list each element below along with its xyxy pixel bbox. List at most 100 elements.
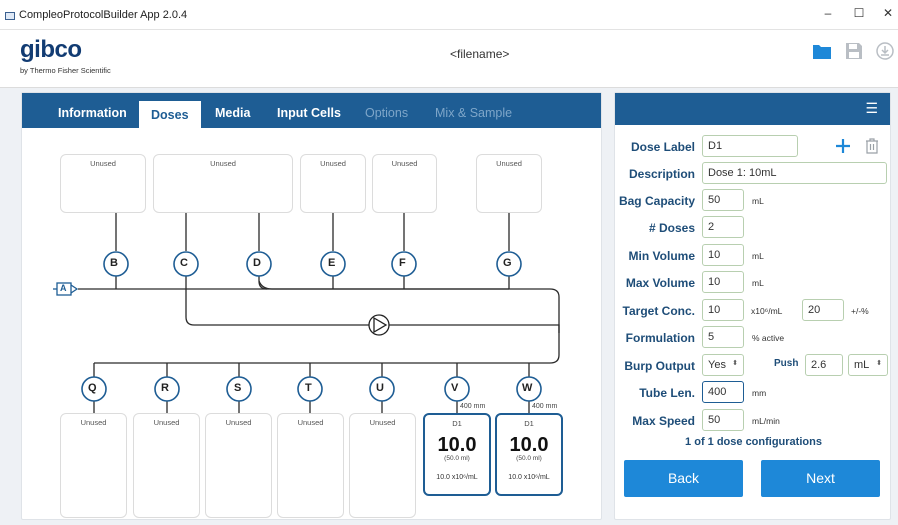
save-icon[interactable] xyxy=(845,42,863,60)
max-volume-input[interactable]: 10 xyxy=(702,271,744,293)
slot-status: Unused xyxy=(297,418,324,427)
add-dose-icon[interactable] xyxy=(834,137,852,155)
port-label[interactable]: R xyxy=(161,382,169,394)
input-a-label[interactable]: A xyxy=(60,283,67,293)
port-label[interactable]: Q xyxy=(88,382,97,394)
port-label[interactable]: B xyxy=(110,257,118,269)
dose-card-conc: 10.0 x10⁶/mL xyxy=(436,474,478,481)
dose-label-label: Dose Label xyxy=(630,140,695,154)
push-unit-value: mL xyxy=(854,359,870,371)
bag-slot-f[interactable]: Unused xyxy=(372,154,437,213)
bag-capacity-label: Bag Capacity xyxy=(618,194,695,208)
min-volume-label: Min Volume xyxy=(628,249,695,263)
burp-output-select[interactable]: Yes ⬍ xyxy=(702,354,744,376)
formulation-unit: % active xyxy=(752,333,785,343)
logo-subtitle: by Thermo Fisher Scientific xyxy=(20,66,111,75)
bag-slot-g[interactable]: Unused xyxy=(476,154,542,213)
description-input[interactable]: Dose 1: 10mL xyxy=(702,162,887,184)
port-label[interactable]: G xyxy=(503,257,512,269)
port-label[interactable]: U xyxy=(376,382,384,394)
push-label: Push xyxy=(774,358,799,369)
window-title: CompleoProtocolBuilder App 2.0.4 xyxy=(19,9,188,21)
next-button[interactable]: Next xyxy=(761,460,880,497)
port-label[interactable]: W xyxy=(522,382,532,394)
dose-card-total: (50.0 ml) xyxy=(516,455,542,462)
bag-capacity-unit: mL xyxy=(752,196,764,206)
menu-icon[interactable]: ☰ xyxy=(865,100,878,117)
port-label[interactable]: C xyxy=(180,257,188,269)
burp-output-label: Burp Output xyxy=(624,359,695,373)
port-label[interactable]: T xyxy=(305,382,312,394)
burp-output-value: Yes xyxy=(708,359,726,371)
port-label[interactable]: V xyxy=(451,382,458,394)
max-speed-label: Max Speed xyxy=(632,414,695,428)
slot-status: Unused xyxy=(320,159,346,168)
back-button[interactable]: Back xyxy=(624,460,743,497)
dose-card-v[interactable]: D1 10.0 (50.0 ml) 10.0 x10⁶/mL xyxy=(423,413,491,496)
dose-label-input[interactable]: D1 xyxy=(702,135,798,157)
target-conc-input[interactable]: 10 xyxy=(702,299,744,321)
port-label[interactable]: E xyxy=(328,257,335,269)
bag-slot-c[interactable]: Unused xyxy=(153,154,293,213)
delete-dose-icon[interactable] xyxy=(864,137,880,155)
target-conc-unit: x10⁶/mL xyxy=(751,306,783,316)
slot-status: Unused xyxy=(90,159,116,168)
num-doses-label: # Doses xyxy=(648,221,695,235)
app-icon xyxy=(5,12,15,20)
maximize-button[interactable]: ☐ xyxy=(851,6,867,20)
bag-slot-r[interactable]: Unused xyxy=(133,413,200,518)
bag-slot-u[interactable]: Unused xyxy=(349,413,416,518)
close-button[interactable]: ✕ xyxy=(880,6,896,20)
form-header: ☰ xyxy=(615,93,890,125)
dose-card-w[interactable]: D1 10.0 (50.0 ml) 10.0 x10⁶/mL xyxy=(495,413,563,496)
bag-slot-e[interactable]: Unused xyxy=(300,154,366,213)
tube-length-w: 400 mm xyxy=(532,403,558,410)
formulation-label: Formulation xyxy=(625,331,695,345)
dose-card-label: D1 xyxy=(452,419,462,428)
formulation-input[interactable]: 5 xyxy=(702,326,744,348)
max-speed-unit: mL/min xyxy=(752,416,780,426)
max-volume-unit: mL xyxy=(752,278,764,288)
bag-slot-s[interactable]: Unused xyxy=(205,413,272,518)
diagram-panel: Information Doses Media Input Cells Opti… xyxy=(21,92,602,520)
slot-status: Unused xyxy=(210,159,236,168)
tube-length-v: 400 mm xyxy=(460,403,486,410)
dose-card-total: (50.0 ml) xyxy=(444,455,470,462)
title-bar: CompleoProtocolBuilder App 2.0.4 – ☐ ✕ xyxy=(0,0,898,30)
dose-card-label: D1 xyxy=(524,419,534,428)
bag-capacity-input[interactable]: 50 xyxy=(702,189,744,211)
slot-status: Unused xyxy=(391,159,418,168)
max-volume-label: Max Volume xyxy=(625,276,695,290)
num-doses-input[interactable]: 2 xyxy=(702,216,744,238)
push-unit-select[interactable]: mL ⬍ xyxy=(848,354,888,376)
description-label: Description xyxy=(628,167,695,181)
slot-status: Unused xyxy=(369,418,396,427)
slot-status: Unused xyxy=(80,418,107,427)
filename-label: <filename> xyxy=(450,47,510,61)
minimize-button[interactable]: – xyxy=(820,6,836,20)
dose-card-conc: 10.0 x10⁶/mL xyxy=(508,474,550,481)
chevron-down-icon: ⬍ xyxy=(876,360,882,367)
dose-form-panel: ☰ Dose Label D1 Description Dose 1: 10mL… xyxy=(614,92,891,520)
tolerance-input[interactable]: 20 xyxy=(802,299,844,321)
app-header: gibco by Thermo Fisher Scientific <filen… xyxy=(0,30,898,88)
config-count: 1 of 1 dose configurations xyxy=(685,436,822,448)
bag-slot-t[interactable]: Unused xyxy=(277,413,344,518)
bag-slot-q[interactable]: Unused xyxy=(60,413,127,518)
tube-len-input[interactable]: 400 xyxy=(702,381,744,403)
tube-len-unit: mm xyxy=(752,388,767,398)
port-label[interactable]: F xyxy=(399,257,406,269)
slot-status: Unused xyxy=(225,418,252,427)
export-icon[interactable] xyxy=(876,42,894,60)
port-label[interactable]: D xyxy=(253,257,261,269)
min-volume-input[interactable]: 10 xyxy=(702,244,744,266)
bag-slot-b[interactable]: Unused xyxy=(60,154,146,213)
port-label[interactable]: S xyxy=(234,382,241,394)
push-input[interactable]: 2.6 xyxy=(805,354,843,376)
max-speed-input[interactable]: 50 xyxy=(702,409,744,431)
chevron-down-icon: ⬍ xyxy=(732,360,738,367)
dose-card-volume: 10.0 xyxy=(437,434,477,456)
open-folder-icon[interactable] xyxy=(812,42,832,60)
slot-status: Unused xyxy=(496,159,522,168)
target-conc-label: Target Conc. xyxy=(622,304,695,318)
